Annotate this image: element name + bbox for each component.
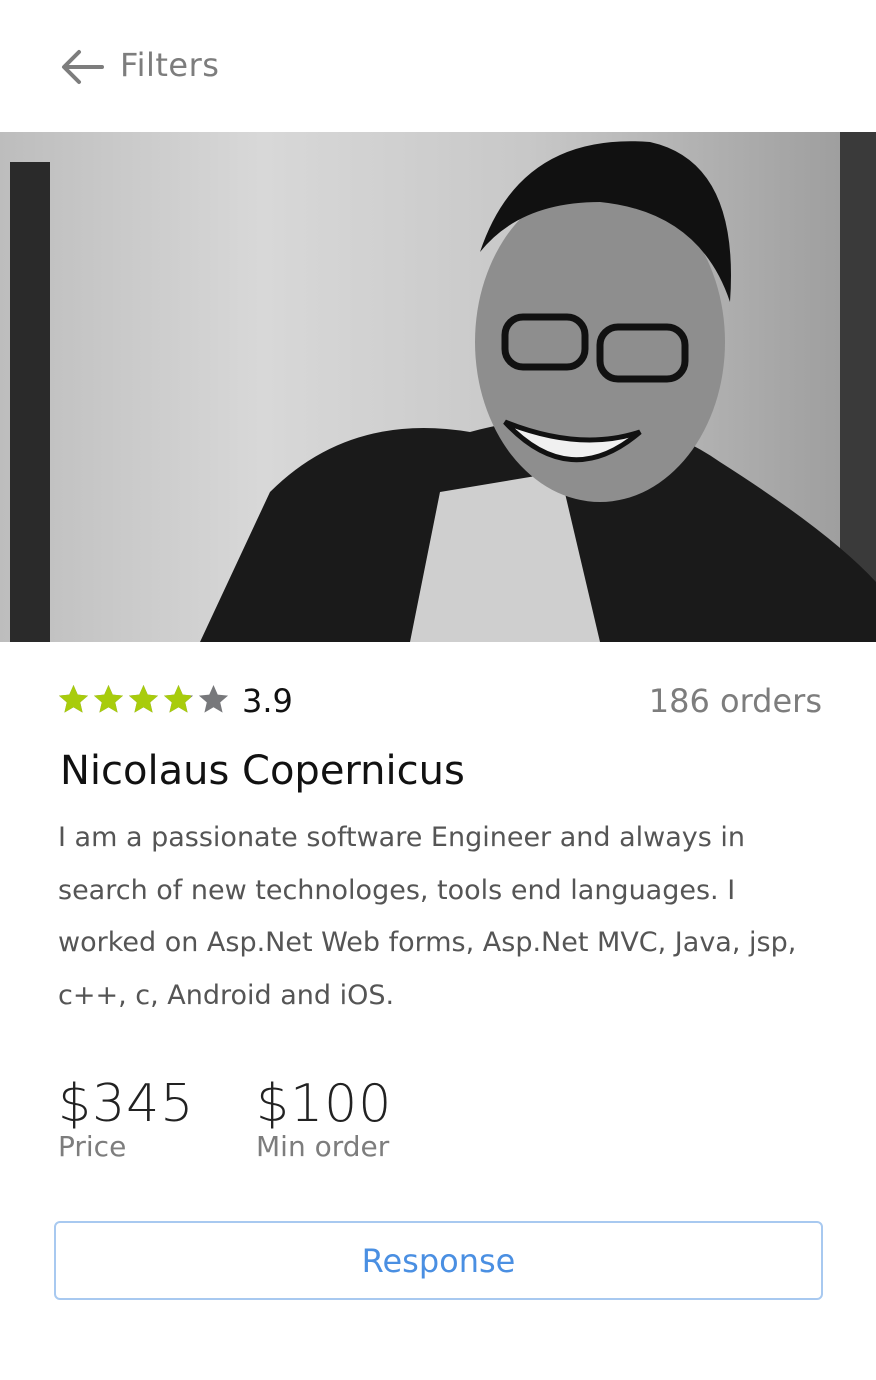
star-icon: [198, 685, 229, 713]
star-rating: [58, 684, 229, 714]
star-icon: [58, 685, 89, 713]
arrow-left-icon: [62, 50, 104, 84]
price-label: Price: [58, 1130, 127, 1163]
response-button[interactable]: Response: [54, 1221, 823, 1300]
min-order-block: $100 Min order: [256, 1074, 392, 1163]
profile-photo: [0, 132, 876, 642]
profile-name: Nicolaus Copernicus: [60, 748, 465, 794]
price-value: $345: [58, 1074, 195, 1134]
star-icon: [93, 685, 124, 713]
rating-value: 3.9: [242, 682, 293, 720]
star-icon: [128, 685, 159, 713]
profile-bio: I am a passionate software Engineer and …: [58, 822, 797, 1011]
back-button[interactable]: [60, 48, 104, 86]
star-icon: [163, 685, 194, 713]
price-block: $345 Price: [58, 1074, 194, 1163]
orders-count: 186 orders: [648, 682, 822, 720]
min-order-label: Min order: [256, 1130, 390, 1163]
page-title: Filters: [120, 46, 220, 84]
header: Filters: [0, 0, 876, 132]
min-order-value: $100: [256, 1074, 393, 1134]
